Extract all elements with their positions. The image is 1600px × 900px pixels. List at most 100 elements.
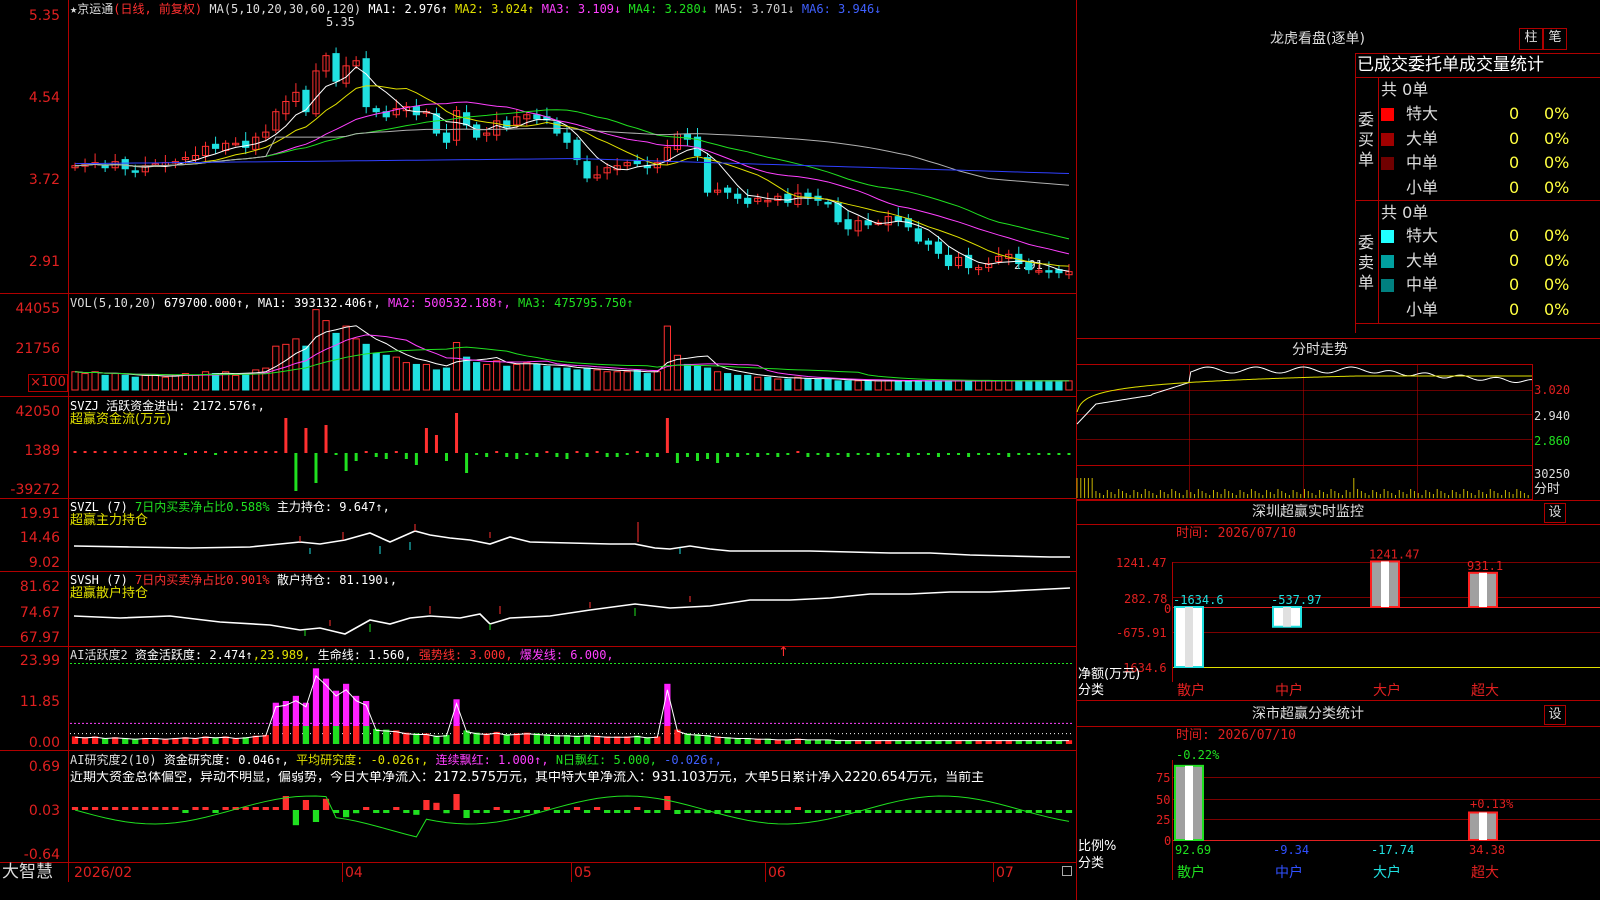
research-bar bbox=[644, 810, 651, 813]
fund-flow-bar bbox=[314, 453, 318, 483]
lhb-tabs[interactable]: 已成交委托单成交量统计 bbox=[1357, 56, 1544, 74]
net-flow-label: -1634.6 bbox=[1173, 593, 1224, 607]
activity-base-bar bbox=[322, 726, 330, 744]
research-bar bbox=[624, 810, 631, 813]
month-label: 07 bbox=[996, 865, 1014, 881]
sz-monitor-chart: -1634.6 -537.97 1241.47 931.1 散户 中户 大户 超大 bbox=[1173, 547, 1503, 698]
volume-bar bbox=[71, 371, 79, 391]
intraday-chart[interactable] bbox=[1076, 364, 1533, 498]
volume-bar bbox=[523, 362, 531, 391]
order-type: 大单 bbox=[1406, 250, 1439, 270]
fund-flow-bar bbox=[726, 453, 730, 457]
fund-flow-bar bbox=[916, 453, 920, 455]
volume-bar bbox=[543, 365, 551, 391]
research-bar bbox=[122, 807, 129, 810]
fund-flow-bar bbox=[1037, 453, 1041, 455]
candle bbox=[834, 202, 842, 223]
sz-stats-title: 深市超赢分类统计 bbox=[1252, 706, 1364, 722]
fund-flow-bar bbox=[786, 453, 790, 455]
svzl-hold: 主力持仓: 9.647↑, bbox=[276, 500, 390, 514]
bar-mode-button[interactable]: 柱 bbox=[1519, 28, 1543, 50]
research-bar bbox=[614, 810, 621, 813]
volume-bar bbox=[914, 380, 922, 391]
research-bar bbox=[945, 810, 952, 813]
category-label: 中户 bbox=[1275, 864, 1303, 880]
volume-bar bbox=[101, 374, 109, 391]
ai-active-tick: 23.99 bbox=[19, 653, 60, 669]
research-bar bbox=[885, 810, 892, 813]
candle bbox=[844, 219, 852, 230]
research-bar bbox=[875, 810, 882, 813]
ai-research-tick: 0.69 bbox=[28, 759, 60, 775]
svsh-line-chart bbox=[73, 587, 1071, 636]
candlestick-chart[interactable] bbox=[70, 20, 1074, 290]
fund-flow-bar bbox=[856, 453, 860, 455]
research-bar bbox=[955, 810, 962, 813]
tick-mode-button[interactable]: 笔 bbox=[1543, 28, 1567, 50]
ai-research-note: 近期大资金总体偏空，异动不明显，偏弱势，今日大单净流入：2172.575万元，其… bbox=[70, 771, 985, 785]
fund-flow-bar bbox=[535, 453, 539, 457]
svzl-tick: 14.46 bbox=[19, 530, 60, 546]
chart-mode: (日线, 前复权) bbox=[113, 2, 203, 16]
fund-flow-bar bbox=[836, 453, 840, 455]
order-pct: 0% bbox=[1544, 177, 1570, 197]
volume-ma-line bbox=[74, 325, 1069, 382]
fund-flow-bar bbox=[987, 453, 991, 455]
order-type: 中单 bbox=[1406, 153, 1439, 172]
vol-unit-badge[interactable]: ×100 bbox=[28, 374, 68, 392]
candle bbox=[442, 132, 451, 143]
fund-flow-bar bbox=[926, 453, 930, 455]
research-bar bbox=[272, 807, 279, 810]
volume-bar bbox=[141, 374, 149, 391]
ai-research-streak: 连续飘红: 1.000↑, bbox=[435, 753, 549, 767]
research-bar bbox=[804, 810, 812, 813]
ai-research-value: 资金研究度: 0.046↑, bbox=[163, 753, 289, 767]
svsh-tick: 81.62 bbox=[19, 579, 60, 595]
volume-bar bbox=[774, 378, 782, 391]
fund-flow-bar bbox=[906, 453, 910, 457]
order-pct: 0% bbox=[1544, 299, 1570, 319]
stats-tick: 0 bbox=[1164, 834, 1172, 848]
lock-icon[interactable] bbox=[1062, 866, 1072, 876]
candle bbox=[724, 187, 732, 193]
order-row: 大单 0 0% bbox=[1381, 251, 1600, 271]
research-bar bbox=[222, 807, 229, 810]
sz-xlabel: 分类 bbox=[1078, 683, 1105, 698]
volume-bar bbox=[462, 356, 471, 391]
volume-bar bbox=[1055, 380, 1063, 391]
candle bbox=[121, 159, 129, 170]
volume-bar bbox=[171, 374, 180, 391]
candle bbox=[824, 201, 832, 205]
research-bar bbox=[1055, 810, 1063, 813]
fund-flow-bar bbox=[334, 453, 338, 455]
fund-flow-bar bbox=[645, 453, 649, 457]
stock-name[interactable]: ★京运通 bbox=[70, 2, 113, 16]
fund-flow-bar bbox=[665, 418, 669, 453]
research-bar bbox=[935, 810, 942, 813]
activity-base-bar bbox=[312, 726, 320, 744]
sz-stats-settings-button[interactable]: 设 bbox=[1544, 705, 1566, 725]
activity-base-bar bbox=[363, 726, 370, 744]
fund-flow-bar bbox=[73, 451, 77, 453]
research-bar bbox=[202, 807, 209, 810]
fund-flow-bar bbox=[595, 451, 599, 453]
volume-bar bbox=[814, 378, 822, 391]
volume-bar bbox=[573, 369, 581, 391]
fund-flow-bar bbox=[394, 451, 398, 453]
activity-base-bar bbox=[342, 726, 350, 744]
fund-flow-bar bbox=[495, 451, 499, 453]
research-bar bbox=[915, 810, 922, 813]
volume-bar bbox=[1015, 380, 1023, 391]
fund-flow-bar bbox=[294, 453, 298, 491]
sz-tick: -675.91 bbox=[1116, 626, 1167, 640]
candle bbox=[372, 108, 380, 113]
volume-bar bbox=[442, 367, 451, 391]
sz-monitor-settings-button[interactable]: 设 bbox=[1544, 503, 1566, 523]
volume-bar bbox=[744, 374, 752, 391]
research-bar bbox=[975, 810, 982, 813]
ai-research-tick: 0.03 bbox=[28, 803, 60, 819]
volume-bar bbox=[724, 373, 732, 391]
order-type: 小单 bbox=[1406, 177, 1439, 197]
volume-bar bbox=[211, 373, 220, 391]
research-bar bbox=[684, 810, 691, 813]
